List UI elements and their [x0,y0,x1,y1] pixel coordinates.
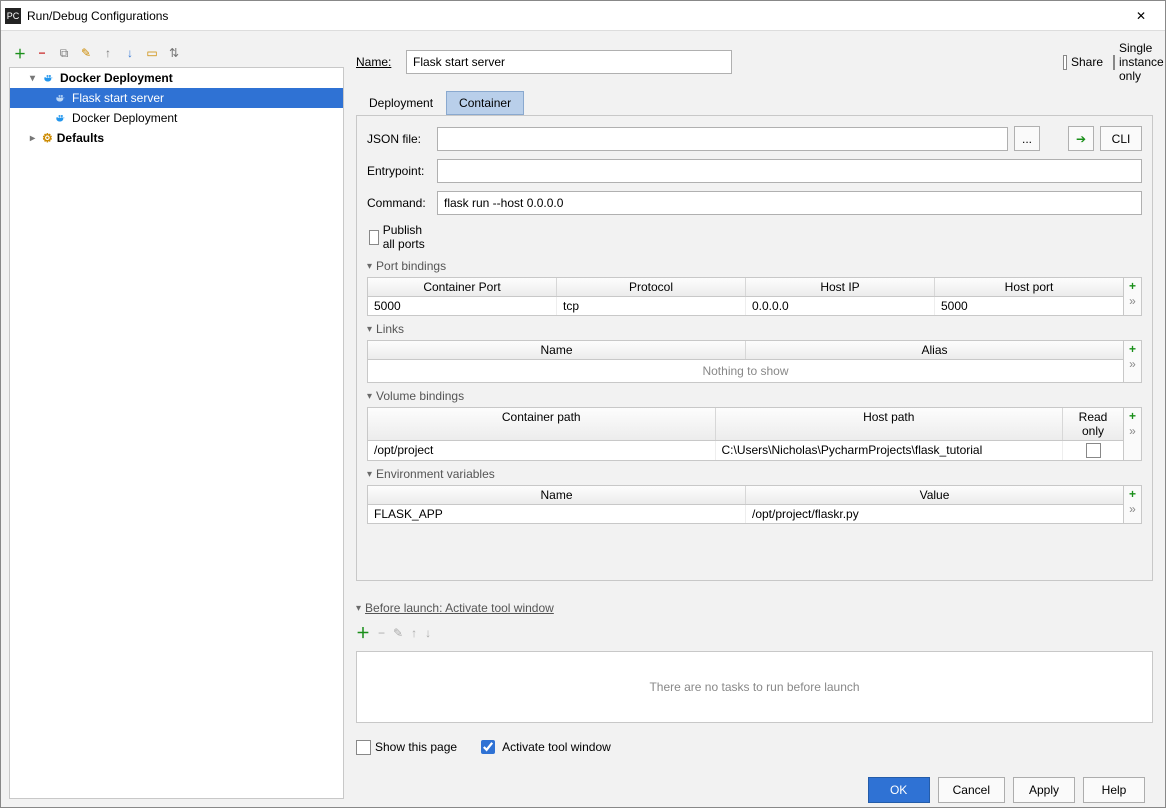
add-task-button[interactable]: ＋ [356,623,370,643]
sort-icon[interactable]: ⇅ [165,44,183,62]
import-button[interactable]: ➔ [1068,126,1094,151]
links-table[interactable]: Name Alias Nothing to show [367,340,1124,383]
col-env-name: Name [368,486,746,504]
links-empty: Nothing to show [368,360,1123,382]
left-pane: ＋ − ⧉ ✎ ↑ ↓ ▭ ⇅ ▾ Docker Deployment Flas… [9,39,344,799]
expand-volume-button[interactable]: » [1124,423,1141,438]
table-row[interactable]: 5000 tcp 0.0.0.0 5000 [368,297,1123,315]
move-task-up-button[interactable]: ↑ [411,626,417,640]
table-row[interactable]: /opt/project C:\Users\Nicholas\PycharmPr… [368,441,1123,460]
titlebar: PC Run/Debug Configurations ✕ [1,1,1165,31]
name-input[interactable] [406,50,732,74]
gear-icon: ⚙ [42,131,53,145]
col-link-name: Name [368,341,746,359]
config-tree[interactable]: ▾ Docker Deployment Flask start server D… [9,67,344,799]
move-down-icon[interactable]: ↓ [121,44,139,62]
docker-icon [54,111,68,125]
apply-button[interactable]: Apply [1013,777,1075,803]
cli-button[interactable]: CLI [1100,126,1142,151]
add-port-button[interactable]: + [1124,278,1141,293]
edit-defaults-icon[interactable]: ✎ [77,44,95,62]
move-task-down-button[interactable]: ↓ [425,626,431,640]
run-debug-dialog: PC Run/Debug Configurations ✕ ＋ − ⧉ ✎ ↑ … [0,0,1166,808]
readonly-checkbox[interactable] [1063,441,1123,460]
ok-button[interactable]: OK [868,777,930,803]
share-checkbox[interactable]: Share [1063,55,1103,70]
col-host-ip: Host IP [746,278,935,296]
browse-button[interactable]: ... [1014,126,1040,151]
move-up-icon[interactable]: ↑ [99,44,117,62]
add-icon[interactable]: ＋ [11,44,29,62]
before-launch-list: There are no tasks to run before launch [356,651,1153,723]
port-bindings-table[interactable]: Container Port Protocol Host IP Host por… [367,277,1124,316]
tree-item-flask[interactable]: Flask start server [10,88,343,108]
tab-deployment[interactable]: Deployment [356,91,446,115]
entrypoint-input[interactable] [437,159,1142,183]
table-row[interactable]: FLASK_APP /opt/project/flaskr.py [368,505,1123,523]
copy-icon[interactable]: ⧉ [55,44,73,62]
container-panel: JSON file: ... ➔ CLI Entrypoint: Command… [356,115,1153,581]
port-bindings-header[interactable]: ▾Port bindings [367,259,1142,273]
tree-item-label: Flask start server [72,91,164,105]
col-host-path: Host path [716,408,1064,440]
before-launch-header[interactable]: ▾Before launch: Activate tool window [356,601,1153,615]
single-instance-checkbox[interactable]: Single instance only [1113,41,1153,83]
env-vars-header[interactable]: ▾Environment variables [367,467,1142,481]
import-icon: ➔ [1076,132,1086,146]
left-toolbar: ＋ − ⧉ ✎ ↑ ↓ ▭ ⇅ [9,39,344,67]
col-read-only: Read only [1063,408,1123,440]
col-env-value: Value [746,486,1123,504]
expand-env-button[interactable]: » [1124,501,1141,516]
tree-item-label: Docker Deployment [72,111,177,125]
col-container-port: Container Port [368,278,557,296]
col-host-port: Host port [935,278,1123,296]
window-title: Run/Debug Configurations [27,9,1121,23]
col-protocol: Protocol [557,278,746,296]
expand-port-button[interactable]: » [1124,293,1141,308]
entrypoint-label: Entrypoint: [367,164,431,178]
dialog-buttons: OK Cancel Apply Help [352,767,1157,807]
folder-icon[interactable]: ▭ [143,44,161,62]
add-env-button[interactable]: + [1124,486,1141,501]
name-label: Name: [356,55,396,69]
links-header[interactable]: ▾Links [367,322,1142,336]
volume-bindings-header[interactable]: ▾Volume bindings [367,389,1142,403]
command-label: Command: [367,196,431,210]
before-launch-section: ▾Before launch: Activate tool window ＋ −… [356,595,1153,723]
tab-container[interactable]: Container [446,91,524,115]
remove-icon[interactable]: − [33,44,51,62]
remove-task-button[interactable]: − [378,626,385,640]
expand-link-button[interactable]: » [1124,356,1141,371]
tree-defaults-label: Defaults [57,131,104,145]
json-file-label: JSON file: [367,132,431,146]
tree-group-docker[interactable]: ▾ Docker Deployment [10,68,343,88]
command-input[interactable] [437,191,1142,215]
cancel-button[interactable]: Cancel [938,777,1005,803]
volume-bindings-table[interactable]: Container path Host path Read only /opt/… [367,407,1124,461]
close-button[interactable]: ✕ [1121,2,1161,30]
edit-task-button[interactable]: ✎ [393,626,403,640]
tree-item-docker[interactable]: Docker Deployment [10,108,343,128]
help-button[interactable]: Help [1083,777,1145,803]
tabs: Deployment Container [352,91,1157,115]
tree-group-label: Docker Deployment [60,71,173,85]
publish-ports-checkbox[interactable]: Publish all ports [369,223,433,251]
col-container-path: Container path [368,408,716,440]
show-this-page-checkbox[interactable]: Show this page [356,740,457,755]
app-icon: PC [5,8,21,24]
json-file-input[interactable] [437,127,1008,151]
docker-icon [42,71,56,85]
col-link-alias: Alias [746,341,1123,359]
tree-defaults[interactable]: ▸ ⚙ Defaults [10,128,343,148]
activate-tool-window-checkbox[interactable]: Activate tool window [477,737,611,757]
docker-icon [54,91,68,105]
add-volume-button[interactable]: + [1124,408,1141,423]
add-link-button[interactable]: + [1124,341,1141,356]
right-pane: Name: Share Single instance only Deploym… [352,39,1157,799]
env-vars-table[interactable]: Name Value FLASK_APP /opt/project/flaskr… [367,485,1124,524]
